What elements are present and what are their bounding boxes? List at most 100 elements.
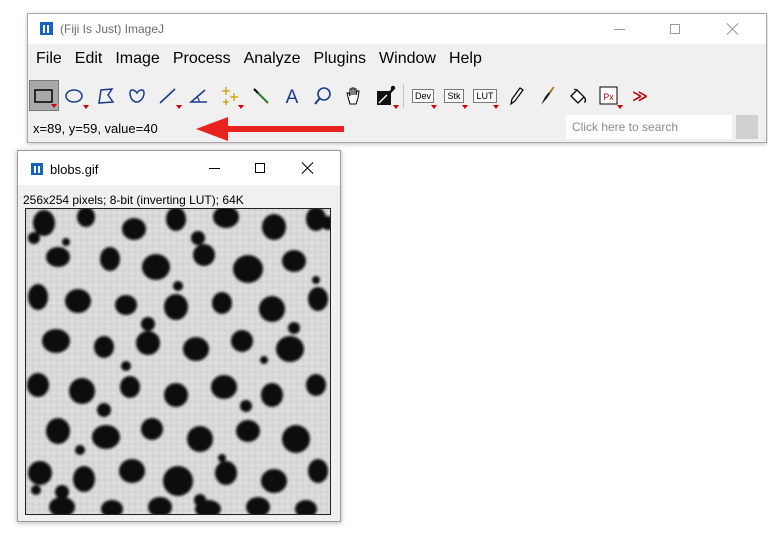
pixel-inspector-tool[interactable]: Px: [594, 80, 624, 111]
freehand-tool[interactable]: [122, 80, 152, 111]
line-icon: [159, 87, 176, 104]
blob-shape: [92, 425, 120, 449]
maximize-button[interactable]: [652, 14, 698, 44]
blob-shape: [28, 461, 52, 485]
image-window-title: blobs.gif: [50, 162, 99, 177]
lut-menu-button[interactable]: LUT: [470, 80, 500, 111]
blob-shape: [33, 210, 55, 236]
wand-tool[interactable]: [246, 80, 276, 111]
text-tool[interactable]: A: [277, 80, 307, 111]
minimize-icon: [613, 28, 625, 30]
polygon-tool[interactable]: [91, 80, 121, 111]
svg-text:A: A: [286, 87, 299, 108]
menu-bar: File Edit Image Process Analyze Plugins …: [28, 46, 487, 70]
blob-shape: [261, 469, 287, 493]
wand-icon: [253, 87, 269, 104]
image-minimize-button[interactable]: [194, 153, 234, 183]
blob-shape: [31, 485, 41, 495]
blob-shape: [260, 356, 268, 364]
blob-shape: [136, 331, 160, 355]
blob-shape: [27, 373, 49, 397]
double-chevron-right-icon: ≫: [632, 87, 648, 105]
color-picker-tool[interactable]: [370, 80, 400, 111]
blob-shape: [121, 361, 131, 371]
search-options-button[interactable]: [736, 115, 758, 139]
blob-shape: [231, 330, 253, 352]
image-maximize-button[interactable]: [240, 153, 280, 183]
blob-shape: [100, 247, 120, 271]
line-tool[interactable]: [153, 80, 183, 111]
freehand-icon: [129, 88, 145, 103]
blob-shape: [261, 383, 283, 407]
blob-shape: [218, 454, 226, 462]
main-titlebar[interactable]: (Fiji Is Just) ImageJ: [28, 14, 766, 44]
close-button[interactable]: [710, 14, 756, 44]
minimize-icon: [208, 167, 220, 169]
dropdown-marker-icon: [431, 105, 437, 109]
zoom-tool[interactable]: [308, 80, 338, 111]
pixel-inspector-icon: Px: [599, 86, 618, 104]
blob-shape: [163, 466, 193, 496]
menu-plugins[interactable]: Plugins: [306, 46, 371, 70]
dev-label: Dev: [411, 88, 434, 103]
status-bar-text: x=89, y=59, value=40: [33, 121, 158, 136]
blob-shape: [240, 400, 252, 412]
blob-shape: [183, 337, 209, 361]
blob-shape: [141, 317, 155, 331]
oval-icon: [65, 88, 83, 103]
imagej-main-window: (Fiji Is Just) ImageJ File Edit Image Pr…: [27, 13, 767, 143]
angle-icon: [188, 88, 207, 103]
flood-fill-tool[interactable]: [563, 80, 593, 111]
blob-shape: [259, 296, 285, 322]
point-tool[interactable]: [215, 80, 245, 111]
blob-shape: [164, 383, 188, 407]
menu-process[interactable]: Process: [165, 46, 236, 70]
menu-file[interactable]: File: [28, 46, 67, 70]
pencil-tool[interactable]: [501, 80, 531, 111]
image-close-button[interactable]: [288, 153, 328, 183]
more-tools-button[interactable]: ≫: [625, 80, 655, 111]
image-canvas[interactable]: [25, 208, 331, 515]
stk-menu-button[interactable]: Stk: [439, 80, 469, 111]
menu-window[interactable]: Window: [371, 46, 441, 70]
blob-shape: [115, 295, 137, 315]
blob-shape: [73, 466, 95, 492]
close-icon: [727, 23, 739, 35]
polygon-icon: [98, 87, 115, 104]
hand-tool[interactable]: [339, 80, 369, 111]
blob-shape: [164, 294, 188, 320]
angle-tool[interactable]: [184, 80, 214, 111]
oval-tool[interactable]: [60, 80, 90, 111]
image-info-text: 256x254 pixels; 8-bit (inverting LUT); 6…: [23, 193, 244, 207]
blob-shape: [276, 336, 304, 362]
blob-shape: [69, 378, 95, 404]
blob-shape: [119, 459, 145, 483]
dropdown-marker-icon: [238, 105, 244, 109]
image-window: blobs.gif 256x254 pixels; 8-bit (inverti…: [17, 150, 341, 522]
hand-icon: [346, 87, 360, 104]
menu-edit[interactable]: Edit: [67, 46, 108, 70]
blob-shape: [193, 244, 215, 266]
image-titlebar[interactable]: blobs.gif: [18, 151, 340, 185]
menu-image[interactable]: Image: [107, 46, 164, 70]
brush-tool[interactable]: [532, 80, 562, 111]
svg-text:Px: Px: [603, 92, 614, 102]
blob-shape: [236, 420, 260, 442]
blob-shape: [62, 238, 70, 246]
fiji-logo-icon: [40, 22, 53, 35]
search-input[interactable]: Click here to search: [566, 115, 732, 139]
blob-shape: [233, 255, 263, 283]
blob-shape: [306, 374, 326, 396]
dropdown-marker-icon: [493, 105, 499, 109]
blob-shape: [211, 375, 237, 399]
magnifier-icon: [314, 86, 331, 105]
minimize-button[interactable]: [596, 14, 642, 44]
blob-shape: [282, 250, 306, 272]
menu-help[interactable]: Help: [441, 46, 487, 70]
rectangle-tool[interactable]: [29, 80, 59, 111]
menu-analyze[interactable]: Analyze: [236, 46, 306, 70]
blob-shape: [120, 376, 140, 398]
blob-shape: [178, 217, 186, 225]
dev-menu-button[interactable]: Dev: [408, 80, 438, 111]
blobs-image: [26, 209, 330, 514]
